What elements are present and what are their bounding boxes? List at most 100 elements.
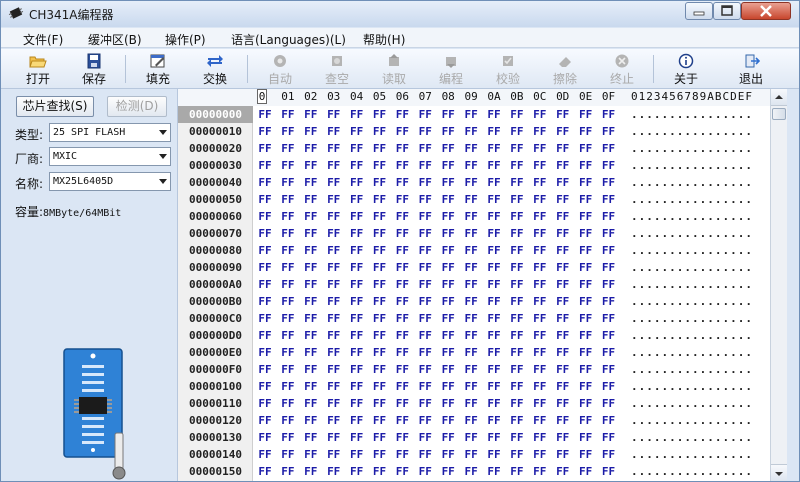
- hex-byte-cell[interactable]: FF: [552, 429, 574, 446]
- hex-byte-cell[interactable]: FF: [300, 310, 322, 327]
- hex-byte-cell[interactable]: FF: [391, 123, 413, 140]
- hex-byte-cell[interactable]: FF: [391, 361, 413, 378]
- hex-byte-cell[interactable]: FF: [483, 225, 505, 242]
- hex-byte-cell[interactable]: FF: [300, 327, 322, 344]
- erase-button[interactable]: 擦除: [544, 51, 586, 87]
- ascii-cell[interactable]: ................: [631, 106, 753, 123]
- hex-byte-cell[interactable]: FF: [598, 446, 620, 463]
- hex-byte-cell[interactable]: FF: [346, 344, 368, 361]
- hex-row[interactable]: 000000F0 FF FF FF FF FF FF FF FF FF FF FF FF FF FF FF FF…: [178, 361, 770, 378]
- hex-byte-cell[interactable]: FF: [460, 344, 482, 361]
- scroll-up-button[interactable]: [771, 89, 787, 106]
- hex-byte-cell[interactable]: FF: [506, 242, 528, 259]
- ascii-cell[interactable]: ................: [631, 157, 753, 174]
- hex-byte-cell[interactable]: FF: [346, 276, 368, 293]
- hex-byte-cell[interactable]: FF: [414, 446, 436, 463]
- hex-byte-cell[interactable]: FF: [414, 429, 436, 446]
- hex-byte-cell[interactable]: FF: [506, 361, 528, 378]
- hex-byte-cell[interactable]: FF: [437, 259, 459, 276]
- chip-type-select[interactable]: 25 SPI FLASH: [49, 123, 171, 142]
- maximize-button[interactable]: [713, 2, 741, 20]
- hex-editor[interactable]: 0123456789ABCDEF 0 01 02 03 04 05 06 07 08 09 0A 0B…: [177, 89, 770, 481]
- hex-byte-cell[interactable]: FF: [460, 446, 482, 463]
- hex-byte-cell[interactable]: FF: [369, 446, 391, 463]
- hex-byte-cell[interactable]: FF: [369, 412, 391, 429]
- hex-byte-cell[interactable]: FF: [323, 293, 345, 310]
- hex-byte-cell[interactable]: FF: [254, 344, 276, 361]
- hex-byte-cell[interactable]: FF: [254, 208, 276, 225]
- hex-byte-cell[interactable]: FF: [300, 378, 322, 395]
- hex-row[interactable]: 00000030 FF FF FF FF FF FF FF FF FF FF FF FF FF FF FF FF…: [178, 157, 770, 174]
- hex-byte-cell[interactable]: FF: [277, 361, 299, 378]
- hex-byte-cell[interactable]: FF: [598, 412, 620, 429]
- hex-byte-cell[interactable]: FF: [460, 463, 482, 480]
- hex-byte-cell[interactable]: FF: [598, 378, 620, 395]
- hex-byte-cell[interactable]: FF: [414, 361, 436, 378]
- hex-byte-cell[interactable]: FF: [529, 344, 551, 361]
- hex-byte-cell[interactable]: FF: [346, 174, 368, 191]
- hex-byte-cell[interactable]: FF: [552, 310, 574, 327]
- hex-byte-cell[interactable]: FF: [437, 157, 459, 174]
- hex-byte-cell[interactable]: FF: [575, 106, 597, 123]
- hex-byte-cell[interactable]: FF: [391, 293, 413, 310]
- hex-byte-cell[interactable]: FF: [598, 208, 620, 225]
- hex-byte-cell[interactable]: FF: [437, 140, 459, 157]
- hex-byte-cell[interactable]: FF: [391, 140, 413, 157]
- hex-byte-cell[interactable]: FF: [346, 208, 368, 225]
- hex-byte-cell[interactable]: FF: [346, 378, 368, 395]
- hex-byte-cell[interactable]: FF: [300, 429, 322, 446]
- hex-byte-cell[interactable]: FF: [277, 259, 299, 276]
- hex-row[interactable]: 00000080 FF FF FF FF FF FF FF FF FF FF FF FF FF FF FF FF…: [178, 242, 770, 259]
- hex-byte-cell[interactable]: FF: [254, 327, 276, 344]
- hex-byte-cell[interactable]: FF: [529, 191, 551, 208]
- hex-byte-cell[interactable]: FF: [437, 293, 459, 310]
- hex-byte-cell[interactable]: FF: [552, 276, 574, 293]
- hex-row[interactable]: 00000130 FF FF FF FF FF FF FF FF FF FF FF FF FF FF FF FF…: [178, 429, 770, 446]
- hex-byte-cell[interactable]: FF: [414, 378, 436, 395]
- hex-byte-cell[interactable]: FF: [323, 140, 345, 157]
- hex-byte-cell[interactable]: FF: [300, 157, 322, 174]
- hex-byte-cell[interactable]: FF: [460, 140, 482, 157]
- hex-byte-cell[interactable]: FF: [506, 225, 528, 242]
- menu-file[interactable]: 文件(F): [23, 31, 63, 48]
- hex-byte-cell[interactable]: FF: [437, 378, 459, 395]
- hex-byte-cell[interactable]: FF: [575, 344, 597, 361]
- hex-byte-cell[interactable]: FF: [529, 276, 551, 293]
- chip-vendor-select[interactable]: MXIC: [49, 147, 171, 166]
- hex-byte-cell[interactable]: FF: [437, 191, 459, 208]
- hex-byte-cell[interactable]: FF: [277, 157, 299, 174]
- hex-row[interactable]: 00000150 FF FF FF FF FF FF FF FF FF FF FF FF FF FF FF FF…: [178, 463, 770, 480]
- hex-byte-cell[interactable]: FF: [529, 242, 551, 259]
- hex-byte-cell[interactable]: FF: [506, 429, 528, 446]
- hex-byte-cell[interactable]: FF: [323, 276, 345, 293]
- hex-byte-cell[interactable]: FF: [506, 276, 528, 293]
- hex-byte-cell[interactable]: FF: [506, 344, 528, 361]
- hex-byte-cell[interactable]: FF: [575, 446, 597, 463]
- hex-byte-cell[interactable]: FF: [346, 327, 368, 344]
- hex-byte-cell[interactable]: FF: [437, 361, 459, 378]
- hex-byte-cell[interactable]: FF: [414, 140, 436, 157]
- hex-byte-cell[interactable]: FF: [437, 412, 459, 429]
- hex-byte-cell[interactable]: FF: [529, 327, 551, 344]
- find-chip-button[interactable]: 芯片查找(S): [16, 96, 94, 117]
- hex-byte-cell[interactable]: FF: [369, 225, 391, 242]
- hex-byte-cell[interactable]: FF: [575, 157, 597, 174]
- hex-byte-cell[interactable]: FF: [598, 140, 620, 157]
- hex-byte-cell[interactable]: FF: [483, 208, 505, 225]
- hex-byte-cell[interactable]: FF: [323, 191, 345, 208]
- hex-byte-cell[interactable]: FF: [506, 208, 528, 225]
- hex-byte-cell[interactable]: FF: [391, 242, 413, 259]
- hex-byte-cell[interactable]: FF: [483, 463, 505, 480]
- hex-byte-cell[interactable]: FF: [483, 191, 505, 208]
- hex-byte-cell[interactable]: FF: [254, 106, 276, 123]
- hex-byte-cell[interactable]: FF: [552, 157, 574, 174]
- hex-byte-cell[interactable]: FF: [391, 310, 413, 327]
- hex-byte-cell[interactable]: FF: [552, 208, 574, 225]
- hex-byte-cell[interactable]: FF: [460, 259, 482, 276]
- hex-byte-cell[interactable]: FF: [346, 259, 368, 276]
- hex-byte-cell[interactable]: FF: [369, 157, 391, 174]
- hex-byte-cell[interactable]: FF: [254, 259, 276, 276]
- hex-byte-cell[interactable]: FF: [483, 293, 505, 310]
- hex-byte-cell[interactable]: FF: [254, 140, 276, 157]
- hex-byte-cell[interactable]: FF: [277, 395, 299, 412]
